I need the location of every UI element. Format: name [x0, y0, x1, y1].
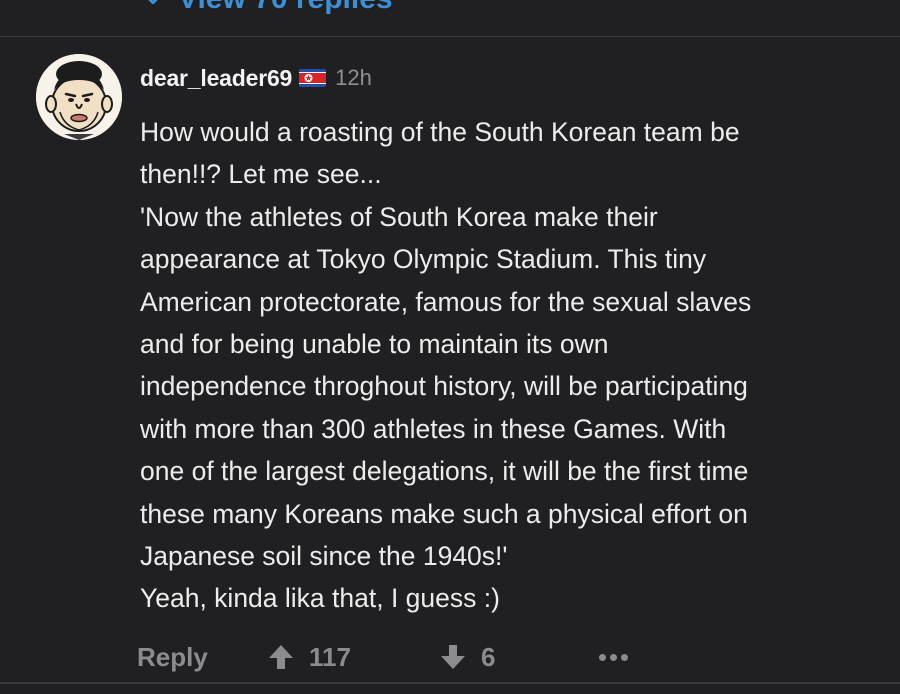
upvote-button[interactable]: 117 [267, 642, 439, 673]
chevron-down-icon [148, 0, 158, 5]
comment-line: 'Now the athletes of South Korea make th… [140, 201, 658, 232]
comment-line: and for being unable to maintain its own [140, 329, 609, 360]
arrow-up-icon [269, 645, 293, 669]
caricature-avatar-icon [36, 54, 122, 140]
comment-line: appearance at Tokyo Olympic Stadium. Thi… [140, 244, 707, 275]
comment-actions: Reply 117 6 [137, 637, 628, 677]
comment-line: Japanese soil since the 1940s!' [140, 541, 508, 572]
more-dots-icon [599, 653, 606, 661]
north-korea-flag-icon [299, 69, 327, 87]
comment-line: American protectorate, famous for the se… [140, 286, 752, 317]
comment-line: How would a roasting of the South Korean… [140, 117, 740, 147]
more-dots-icon [621, 653, 628, 661]
comment-line: with more than 300 athletes in these Gam… [140, 413, 727, 444]
comment: dear_leader69 12h How would a roasting o… [0, 37, 900, 682]
reply-button[interactable]: Reply [137, 642, 267, 673]
comment-line: these many Koreans make such a physical … [140, 498, 748, 529]
view-replies-label[interactable]: View 70 replies [178, 0, 393, 16]
divider [0, 682, 900, 684]
comment-line: one of the largest delegations, it will … [140, 456, 749, 487]
username[interactable]: dear_leader69 [140, 65, 292, 92]
comment-meta: dear_leader69 12h [140, 63, 372, 93]
upvote-count: 117 [309, 641, 351, 672]
avatar[interactable] [36, 54, 122, 140]
view-replies-link[interactable]: View 70 replies [142, 0, 393, 16]
previous-thread-strip: View 70 replies [0, 0, 900, 37]
more-dots-icon [610, 653, 617, 661]
timestamp: 12h [335, 65, 372, 90]
comment-line: independence throghout history, will be … [140, 371, 748, 402]
comment-body: How would a roasting of the South Korean… [140, 111, 880, 620]
comment-line: Yeah, kinda lika that, I guess :) [140, 583, 500, 614]
downvote-count: 6 [481, 641, 496, 672]
arrow-down-icon [441, 645, 465, 669]
comment-line: then!!? Let me see... [140, 159, 382, 190]
downvote-button[interactable]: 6 [439, 642, 599, 673]
more-options-button[interactable] [599, 653, 628, 661]
